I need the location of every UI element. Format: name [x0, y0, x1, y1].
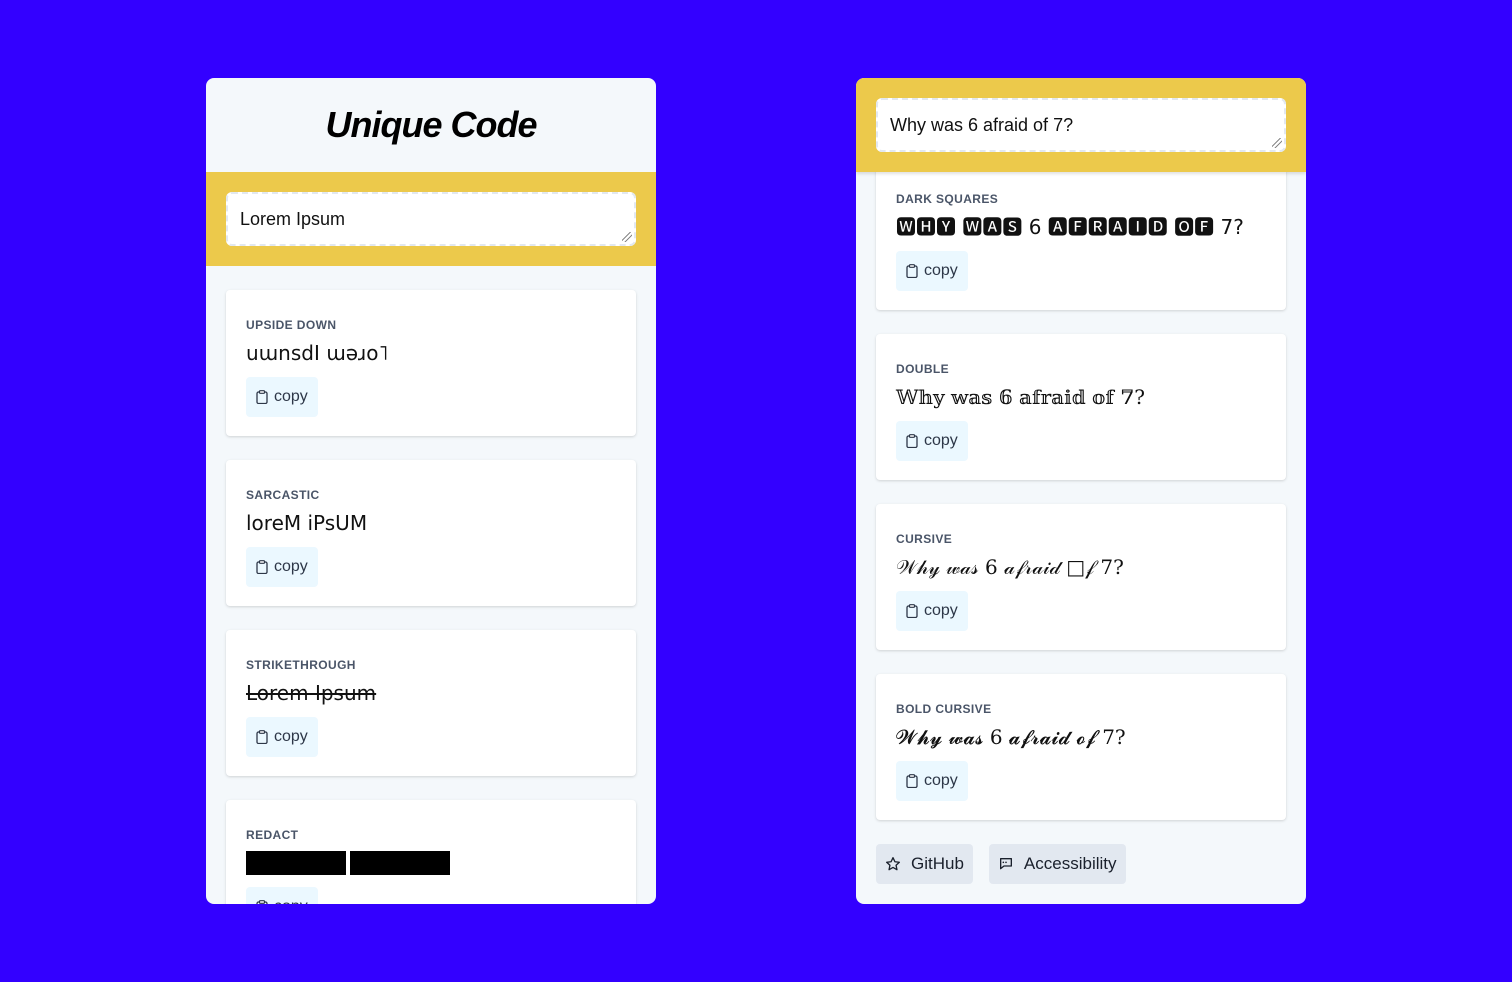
result-card-strikethrough: STRIKETHROUGH Lorem Ipsum copy [226, 630, 636, 776]
header: Unique Code [206, 78, 656, 172]
left-panel: Unique Code Lorem Ipsum UPSIDE DOWN uɯns… [206, 78, 656, 904]
copy-button[interactable]: copy [896, 251, 968, 291]
card-label: UPSIDE DOWN [246, 318, 337, 332]
copy-button[interactable]: copy [896, 591, 968, 631]
text-input-value[interactable]: Why was 6 afraid of 7? [890, 115, 1073, 136]
copy-label: copy [274, 728, 308, 745]
text-input[interactable]: Why was 6 afraid of 7? [876, 98, 1286, 152]
github-button[interactable]: GitHub [876, 844, 973, 884]
copy-label: copy [274, 388, 308, 405]
copy-label: copy [924, 772, 958, 789]
clipboard-icon [906, 264, 918, 278]
clipboard-icon [906, 774, 918, 788]
resize-handle[interactable] [1272, 138, 1282, 148]
copy-button[interactable]: copy [246, 377, 318, 417]
card-label: SARCASTIC [246, 488, 320, 502]
clipboard-icon [256, 560, 268, 574]
card-value: 🆆🅷🆈 🆆🅰🆂 6 🅰🅵🆁🅰🅸🅳 🅾🅵 7? [896, 215, 1244, 239]
copy-button[interactable]: copy [896, 761, 968, 801]
card-value: uɯnsdI ɯǝɹo˥ [246, 341, 389, 365]
card-label: REDACT [246, 828, 299, 842]
card-label: DOUBLE [896, 362, 950, 376]
input-band: Lorem Ipsum [206, 172, 656, 266]
card-value: 𝒲𝒽𝓎 𝓌𝒶𝓈 6 𝒶𝒻𝓇𝒶𝒾𝒹 □𝒻 7? [896, 555, 1124, 579]
card-value: Lorem Ipsum [246, 681, 377, 705]
text-input-value[interactable]: Lorem Ipsum [240, 209, 345, 230]
page-title: Unique Code [325, 104, 538, 145]
redact-bar [246, 851, 346, 875]
copy-label: copy [274, 558, 308, 575]
input-band: Why was 6 afraid of 7? [856, 78, 1306, 172]
result-card-bold-cursive: BOLD CURSIVE 𝓦𝓱𝔂 𝔀𝓪𝓼 6 𝓪𝓯𝓻𝓪𝓲𝓭 𝓸𝓯 7? copy [876, 674, 1286, 820]
clipboard-icon [256, 390, 268, 404]
copy-button[interactable]: copy [246, 547, 318, 587]
resize-handle[interactable] [622, 232, 632, 242]
card-label: STRIKETHROUGH [246, 658, 356, 672]
card-value: 𝕎𝕙𝕪 𝕨𝕒𝕤 𝟞 𝕒𝕗𝕣𝕒𝕚𝕕 𝕠𝕗 𝟟? [896, 385, 1145, 409]
clipboard-icon [256, 730, 268, 744]
footer: GitHub Accessibility [876, 844, 1126, 884]
redact-bar [350, 851, 450, 875]
copy-label: copy [924, 262, 958, 279]
copy-label: copy [924, 432, 958, 449]
result-card-redact: REDACT copy [226, 800, 636, 904]
copy-button[interactable]: copy [896, 421, 968, 461]
result-card-sarcastic: SARCASTIC loreM iPsUM copy [226, 460, 636, 606]
card-value: 𝓦𝓱𝔂 𝔀𝓪𝓼 6 𝓪𝓯𝓻𝓪𝓲𝓭 𝓸𝓯 7? [896, 725, 1126, 749]
copy-button[interactable]: copy [246, 887, 318, 904]
result-card-dark-squares: DARK SQUARES 🆆🅷🆈 🆆🅰🆂 6 🅰🅵🆁🅰🅸🅳 🅾🅵 7? copy [876, 152, 1286, 310]
speech-bubble-icon [999, 858, 1012, 870]
copy-label: copy [274, 898, 308, 904]
accessibility-label: Accessibility [1023, 854, 1117, 873]
card-label: CURSIVE [896, 532, 953, 546]
card-label: DARK SQUARES [896, 192, 999, 206]
clipboard-icon [906, 604, 918, 618]
github-label: GitHub [911, 854, 964, 873]
card-label: BOLD CURSIVE [896, 702, 992, 716]
result-card-upside-down: UPSIDE DOWN uɯnsdI ɯǝɹo˥ copy [226, 290, 636, 436]
right-panel: Why was 6 afraid of 7? DARK SQUARES 🆆🅷🆈 … [856, 78, 1306, 904]
copy-label: copy [924, 602, 958, 619]
results-list: UPSIDE DOWN uɯnsdI ɯǝɹo˥ copy SARCASTIC … [206, 266, 656, 904]
star-icon [886, 857, 900, 871]
result-card-cursive: CURSIVE 𝒲𝒽𝓎 𝓌𝒶𝓈 6 𝒶𝒻𝓇𝒶𝒾𝒹 □𝒻 7? copy [876, 504, 1286, 650]
redacted-value [246, 851, 616, 875]
copy-button[interactable]: copy [246, 717, 318, 757]
results-list: DARK SQUARES 🆆🅷🆈 🆆🅰🆂 6 🅰🅵🆁🅰🅸🅳 🅾🅵 7? copy… [876, 152, 1286, 844]
accessibility-button[interactable]: Accessibility [988, 844, 1126, 884]
result-card-double: DOUBLE 𝕎𝕙𝕪 𝕨𝕒𝕤 𝟞 𝕒𝕗𝕣𝕒𝕚𝕕 𝕠𝕗 𝟟? copy [876, 334, 1286, 480]
text-input[interactable]: Lorem Ipsum [226, 192, 636, 246]
clipboard-icon [906, 434, 918, 448]
card-value: loreM iPsUM [246, 511, 368, 535]
clipboard-icon [256, 900, 268, 904]
